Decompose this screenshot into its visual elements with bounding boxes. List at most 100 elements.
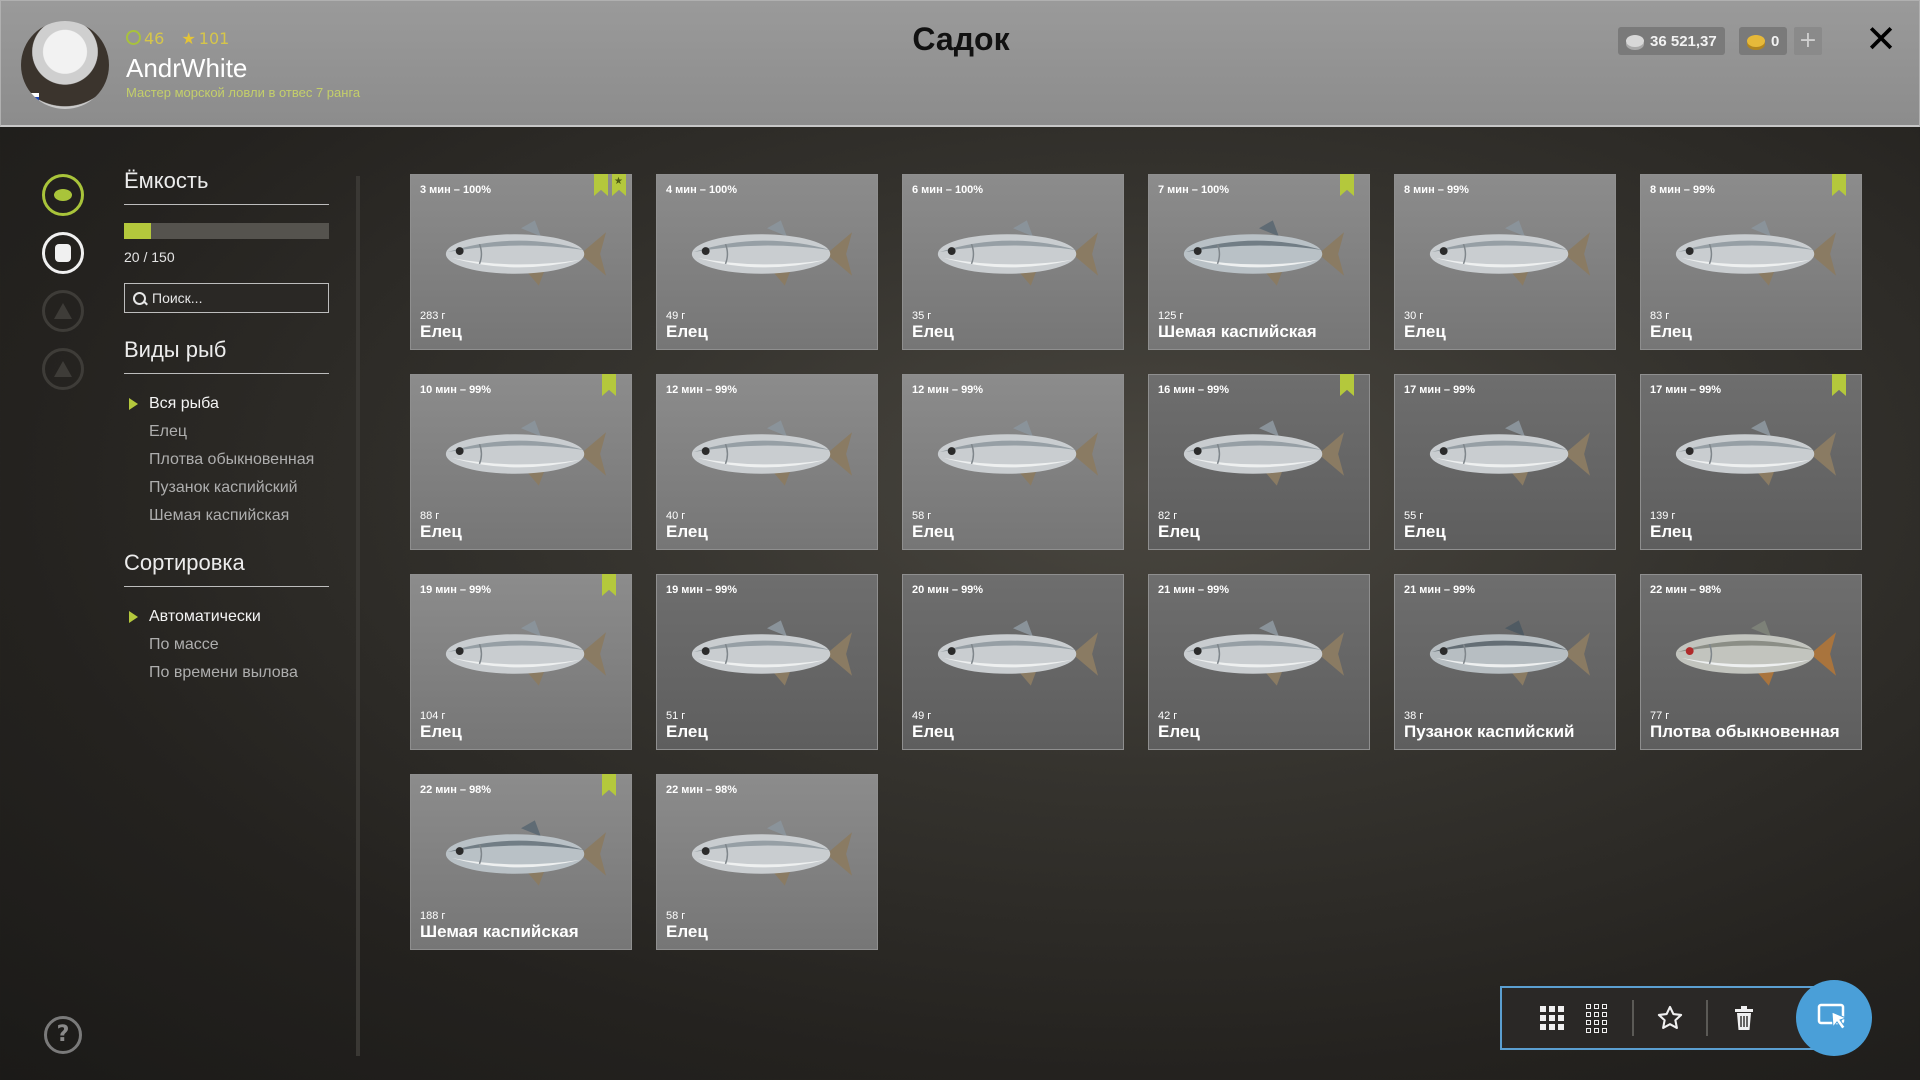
fish-card[interactable]: 22 мин – 98% 77 г Плотва обыкновенная (1640, 574, 1862, 750)
fish-card[interactable]: 12 мин – 99% 40 г Елец (656, 374, 878, 550)
species-filter-list: Вся рыба Елец Плотва обыкновенная Пузанок к… (124, 390, 329, 530)
capacity-title: Ёмкость (124, 168, 329, 205)
username: AndrWhite (126, 53, 248, 83)
player-level: 46 (144, 29, 165, 48)
fish-grid: 3 мин – 100% 283 г Елец ★ 4 мин – 100% 49 г Ел… (410, 174, 1862, 950)
fish-card[interactable]: 22 мин – 98% 58 г Елец (656, 774, 878, 950)
bookmark-icon[interactable] (602, 574, 616, 596)
player-stats: 46 ★ 101 (126, 29, 229, 48)
fish-weight: 35 г (912, 310, 932, 322)
panel-divider (356, 176, 360, 1056)
fish-image (678, 414, 856, 494)
fish-weight: 49 г (912, 710, 932, 722)
fish-name: Елец (666, 522, 708, 541)
fish-image (1416, 214, 1594, 294)
species-filter-item[interactable]: Шемая каспийская (124, 502, 329, 530)
fish-card[interactable]: 8 мин – 99% 30 г Елец (1394, 174, 1616, 350)
fish-card[interactable]: 21 мин – 99% 42 г Елец (1148, 574, 1370, 750)
fish-name: Елец (420, 522, 462, 541)
fish-card[interactable]: 8 мин – 99% 83 г Елец (1640, 174, 1862, 350)
star-icon[interactable] (1648, 996, 1692, 1040)
top-bar: 46 ★ 101 AndrWhite Мастер морской ловли в… (0, 0, 1920, 127)
grid-small-icon[interactable] (1574, 996, 1618, 1040)
silver-amount: 36 521,37 (1650, 32, 1717, 50)
bookmark-icon[interactable] (602, 374, 616, 396)
sort-option-item[interactable]: По времени вылова (124, 659, 329, 687)
species-filter-item[interactable]: Плотва обыкновенная (124, 446, 329, 474)
fish-weight: 88 г (420, 510, 440, 522)
fish-weight: 83 г (1650, 310, 1670, 322)
fish-image (678, 614, 856, 694)
capacity-value: 20 / 150 (124, 249, 175, 265)
fish-tab-icon[interactable] (42, 174, 84, 216)
fish-weight: 104 г (420, 710, 446, 722)
fish-name: Плотва обыкновенная (1650, 722, 1840, 741)
bookmark-icon[interactable] (1832, 174, 1846, 196)
fish-card[interactable]: 19 мин – 99% 104 г Елец (410, 574, 632, 750)
home-tab-icon[interactable] (42, 348, 84, 390)
fish-name: Елец (912, 722, 954, 741)
fish-name: Шемая каспийская (420, 922, 579, 941)
species-filter-item[interactable]: Вся рыба (124, 390, 329, 418)
fish-image (432, 214, 610, 294)
species-title: Виды рыб (124, 337, 329, 374)
species-filter-item[interactable]: Елец (124, 418, 329, 446)
fish-card[interactable]: 21 мин – 99% 38 г Пузанок каспийский (1394, 574, 1616, 750)
sort-option-item[interactable]: Автоматически (124, 603, 329, 631)
add-currency-button[interactable]: + (1794, 27, 1822, 55)
fish-image (1416, 614, 1594, 694)
toolbar-divider (1706, 1000, 1708, 1036)
search-input[interactable] (152, 290, 312, 306)
keepnet-tab-icon[interactable] (42, 232, 84, 274)
avatar[interactable] (21, 21, 109, 109)
fish-weight: 40 г (666, 510, 686, 522)
fish-card[interactable]: 20 мин – 99% 49 г Елец (902, 574, 1124, 750)
catch-time: 21 мин – 99% (1158, 584, 1230, 596)
fish-image (924, 414, 1102, 494)
favorite-star-icon[interactable]: ★ (612, 174, 626, 196)
bookmark-icon[interactable] (1340, 374, 1354, 396)
fish-weight: 125 г (1158, 310, 1184, 322)
fish-card[interactable]: 16 мин – 99% 82 г Елец (1148, 374, 1370, 550)
fish-card[interactable]: 6 мин – 100% 35 г Елец (902, 174, 1124, 350)
catch-time: 10 мин – 99% (420, 384, 492, 396)
fish-image (1662, 214, 1840, 294)
bookmark-icon[interactable] (1340, 174, 1354, 196)
help-icon[interactable]: ? (44, 1016, 82, 1054)
bookmark-icon[interactable] (602, 774, 616, 796)
fish-card[interactable]: 22 мин – 98% 188 г Шемая каспийская (410, 774, 632, 950)
fish-card[interactable]: 17 мин – 99% 55 г Елец (1394, 374, 1616, 550)
fish-image (924, 614, 1102, 694)
fish-card[interactable]: 3 мин – 100% 283 г Елец ★ (410, 174, 632, 350)
fish-weight: 139 г (1650, 510, 1676, 522)
fish-card[interactable]: 12 мин – 99% 58 г Елец (902, 374, 1124, 550)
player-stars: 101 (198, 29, 230, 48)
fish-name: Елец (420, 722, 462, 741)
sort-option-item[interactable]: По массе (124, 631, 329, 659)
grid-large-icon[interactable] (1530, 996, 1574, 1040)
species-filter-item[interactable]: Пузанок каспийский (124, 474, 329, 502)
fish-card[interactable]: 4 мин – 100% 49 г Елец (656, 174, 878, 350)
cursor-select-icon[interactable] (1796, 980, 1872, 1056)
fish-weight: 38 г (1404, 710, 1424, 722)
camp-tab-icon[interactable] (42, 290, 84, 332)
fish-card[interactable]: 17 мин – 99% 139 г Елец (1640, 374, 1862, 550)
fish-name: Елец (1158, 722, 1200, 741)
fish-card[interactable]: 19 мин – 99% 51 г Елец (656, 574, 878, 750)
close-button[interactable]: ✕ (1863, 19, 1899, 59)
fish-card[interactable]: 7 мин – 100% 125 г Шемая каспийская (1148, 174, 1370, 350)
search-icon (133, 291, 146, 305)
fish-image (1170, 214, 1348, 294)
search-box[interactable] (124, 283, 329, 313)
bookmark-icon[interactable] (1832, 374, 1846, 396)
catch-time: 8 мин – 99% (1404, 184, 1469, 196)
fish-card[interactable]: 10 мин – 99% 88 г Елец (410, 374, 632, 550)
russia-flag-icon (23, 93, 39, 105)
fish-image (678, 214, 856, 294)
bookmark-icon[interactable] (594, 174, 608, 196)
fish-image (432, 614, 610, 694)
fish-image (1170, 614, 1348, 694)
fish-image (1416, 414, 1594, 494)
trash-icon[interactable] (1722, 996, 1766, 1040)
toolbar-divider (1632, 1000, 1634, 1036)
